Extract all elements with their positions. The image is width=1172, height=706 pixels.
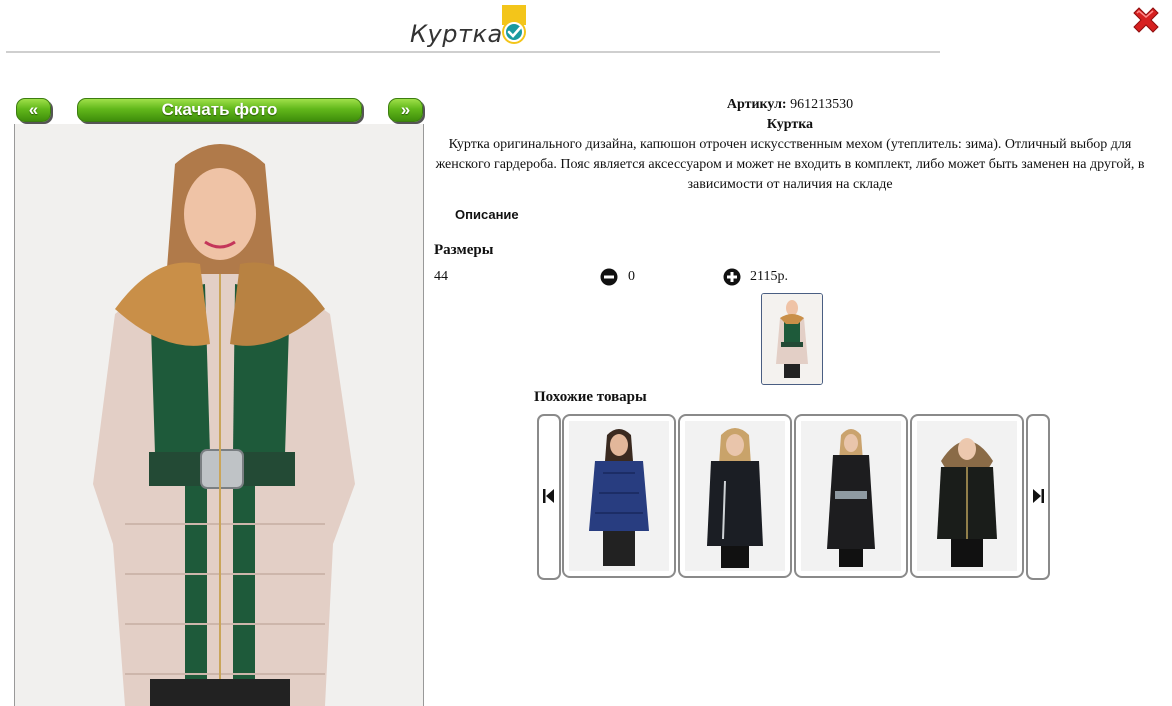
- photo-thumbnail[interactable]: [761, 293, 823, 385]
- similar-next-button[interactable]: [1026, 414, 1050, 580]
- article-line: Артикул: 961213530: [432, 95, 1148, 115]
- size-value: 44: [434, 269, 448, 284]
- check-badge-icon: [502, 5, 526, 44]
- download-photo-button[interactable]: Скачать фото: [77, 98, 362, 122]
- similar-item-image: [569, 421, 669, 571]
- price-value: 2115р.: [750, 269, 788, 284]
- plus-icon[interactable]: [723, 268, 741, 286]
- description-tab[interactable]: Описание: [455, 207, 519, 222]
- similar-item-image: [685, 421, 785, 571]
- main-product-photo[interactable]: [14, 124, 424, 706]
- product-description: Куртка оригинального дизайна, капюшон от…: [435, 137, 1145, 192]
- page-title: Куртка: [410, 20, 503, 48]
- product-name: Куртка: [766, 117, 814, 132]
- header-divider: [6, 51, 940, 53]
- sizes-heading: Размеры: [434, 242, 494, 258]
- quantity-value: 0: [628, 269, 635, 284]
- article-value: 961213530: [790, 97, 854, 112]
- similar-item[interactable]: [910, 414, 1024, 578]
- similar-item[interactable]: [678, 414, 792, 578]
- product-info: Артикул: 961213530 Куртка Куртка оригина…: [432, 95, 1148, 195]
- close-icon[interactable]: [1130, 4, 1162, 36]
- similar-item-image: [801, 421, 901, 571]
- next-photo-button[interactable]: »: [388, 98, 423, 122]
- article-label: Артикул:: [726, 97, 787, 112]
- similar-item[interactable]: [562, 414, 676, 578]
- prev-photo-button[interactable]: «: [16, 98, 51, 122]
- similar-prev-button[interactable]: [537, 414, 561, 580]
- similar-heading: Похожие товары: [534, 389, 647, 405]
- skip-back-icon: [543, 489, 554, 503]
- minus-icon[interactable]: [600, 268, 618, 286]
- similar-item[interactable]: [794, 414, 908, 578]
- similar-item-image: [917, 421, 1017, 571]
- skip-forward-icon: [1033, 489, 1044, 503]
